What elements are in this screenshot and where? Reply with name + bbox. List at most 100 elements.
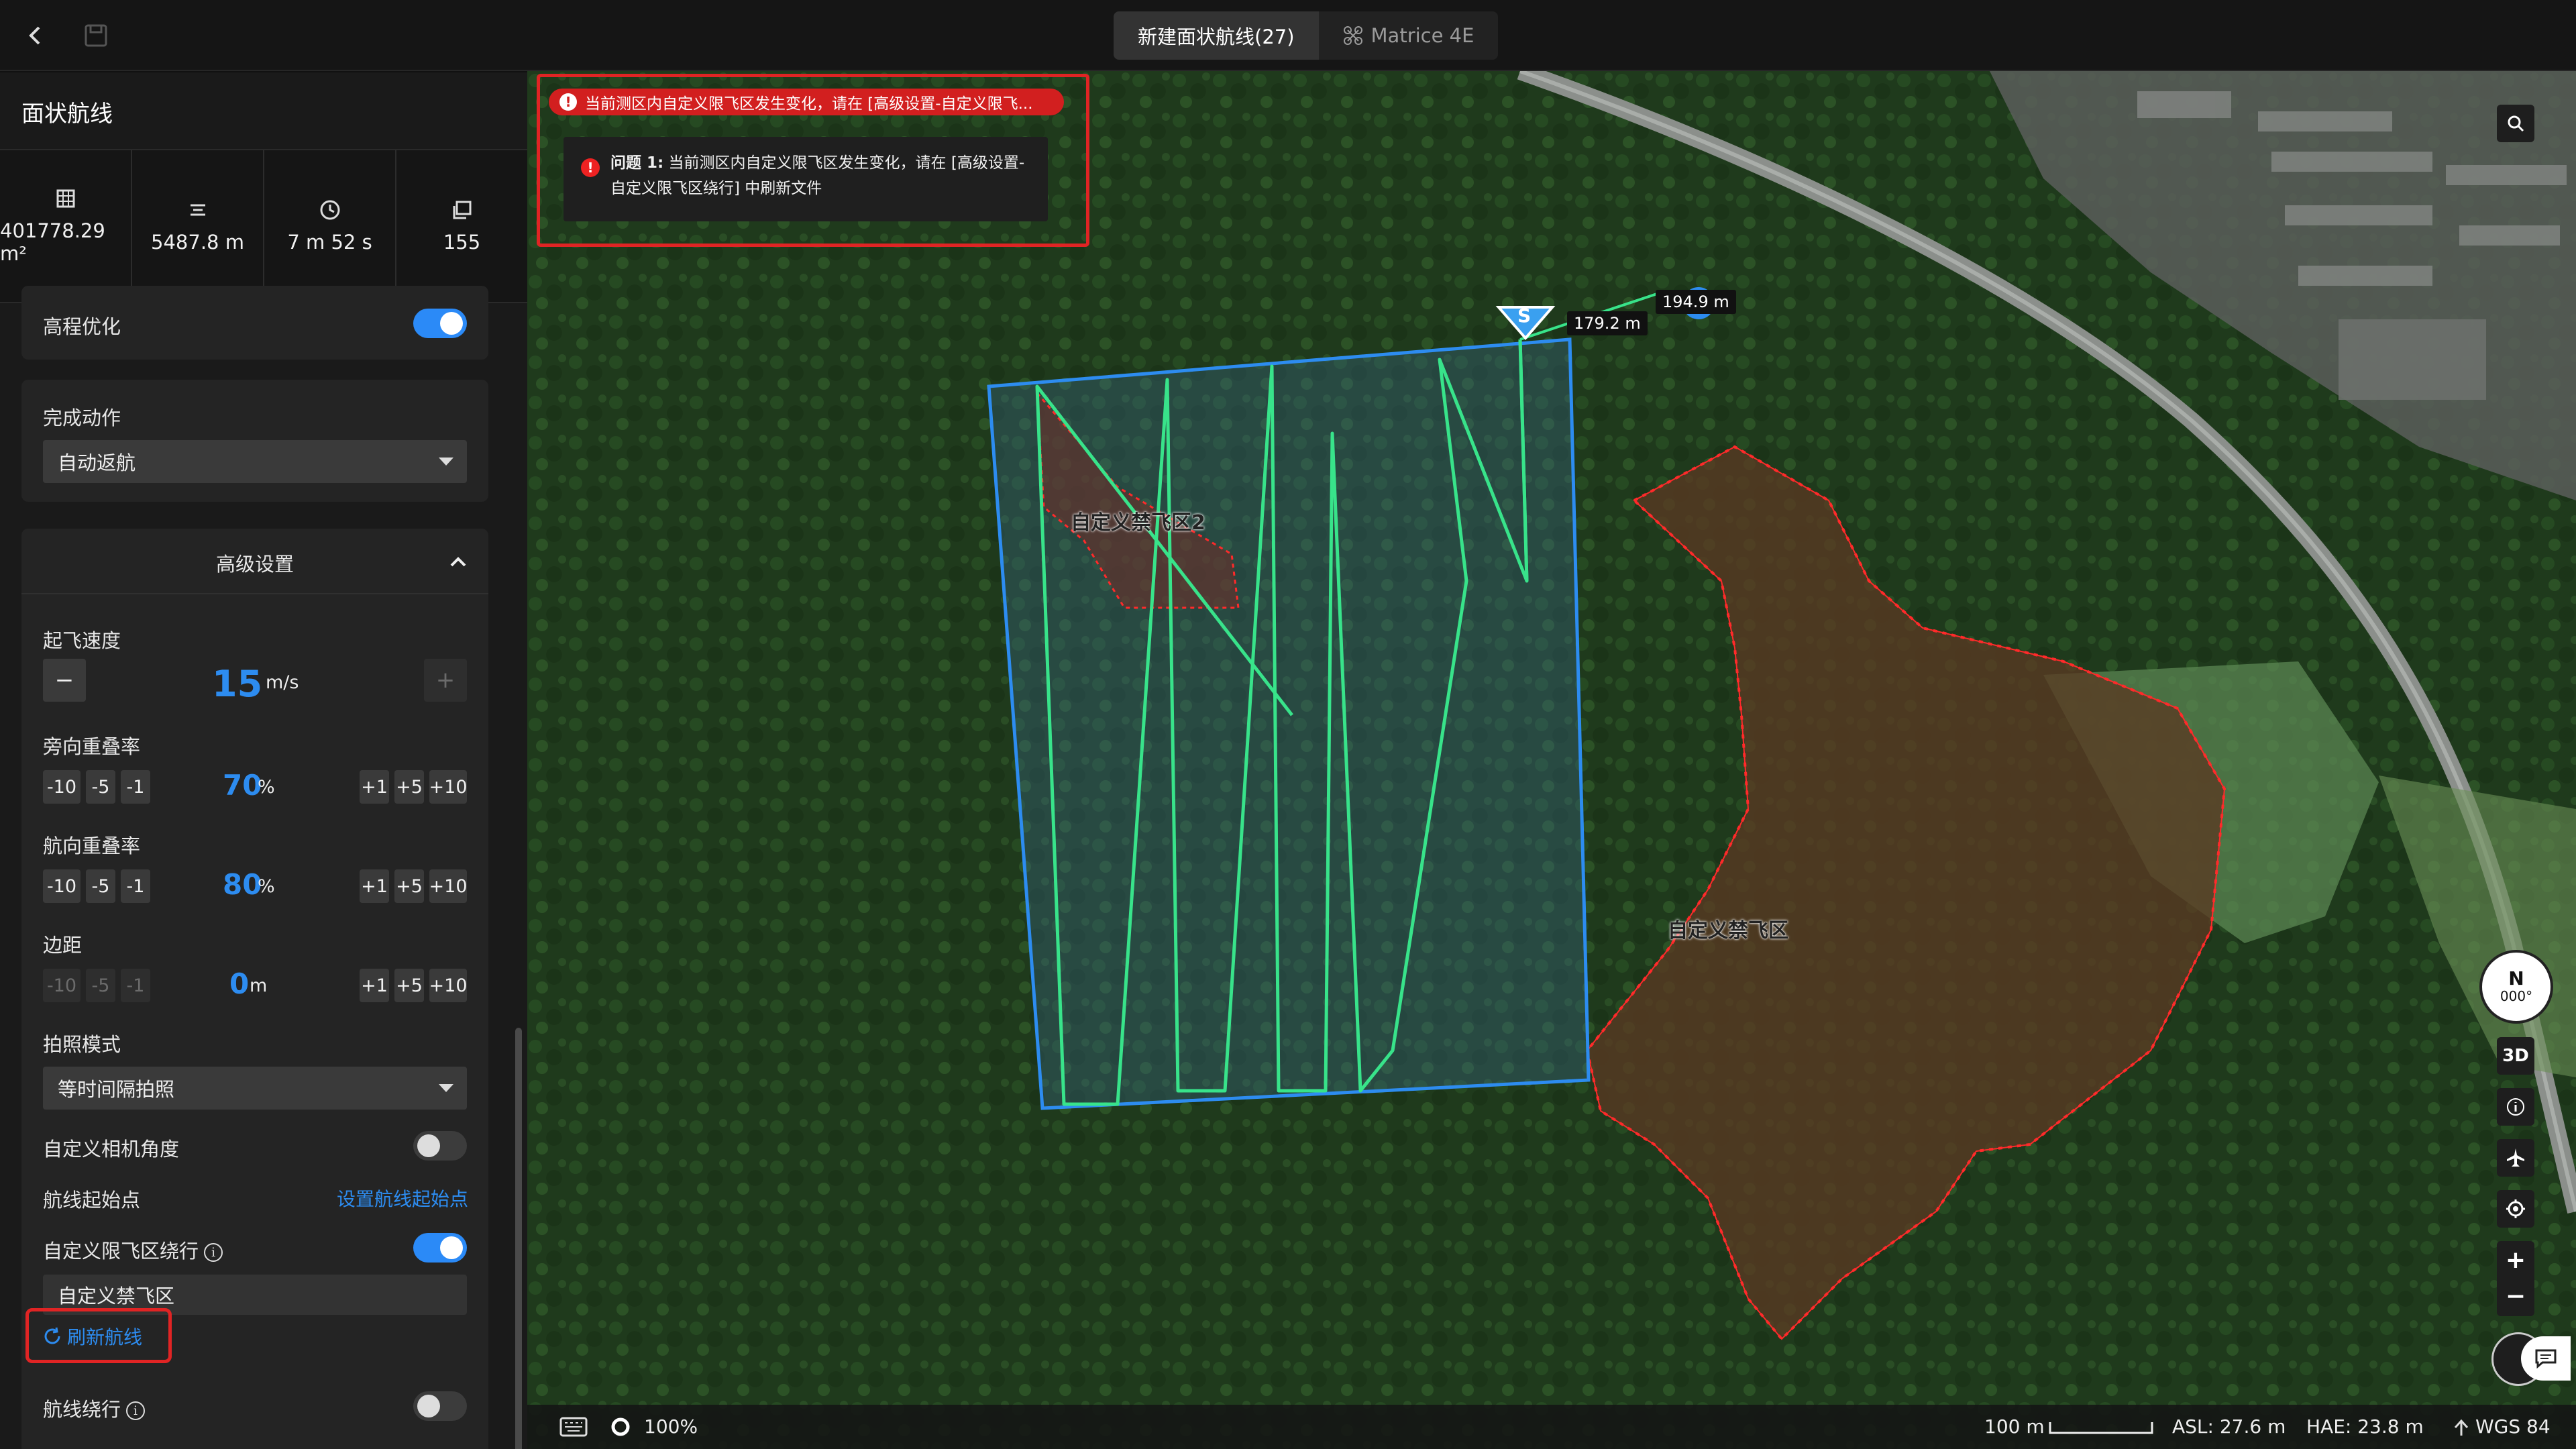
route-bypass-toggle[interactable]	[413, 1391, 467, 1421]
stat-distance-value: 5487.8 m	[151, 231, 244, 254]
finish-action-select[interactable]: 自动返航	[43, 440, 467, 483]
side-overlap-minus10[interactable]: -10	[43, 770, 80, 804]
finish-action-value: 自动返航	[58, 451, 136, 474]
advanced-settings-title: 高级设置	[215, 553, 294, 576]
side-overlap-label: 旁向重叠率	[43, 735, 141, 758]
start-marker[interactable]: S	[1517, 305, 1531, 327]
takeoff-speed-unit: m/s	[266, 672, 299, 693]
margin-label: 边距	[43, 934, 83, 957]
alert-summary-text: 当前测区内自定义限飞区发生变化，请在 [高级设置-自定义限飞...	[585, 95, 1033, 113]
map-search-button[interactable]	[2497, 105, 2534, 142]
map-view[interactable]: 自定义禁飞区2 自定义禁飞区 S 179.2 m 194.9 m N 000° …	[527, 71, 2576, 1449]
margin-minus5[interactable]: -5	[86, 969, 115, 1002]
side-overlap-minus5[interactable]: -5	[86, 770, 115, 804]
distance-label-2: 194.9 m	[1656, 290, 1736, 314]
custom-camera-angle-label: 自定义相机角度	[43, 1138, 180, 1161]
margin-minus1[interactable]: -1	[121, 969, 150, 1002]
locate-button[interactable]	[2497, 1190, 2534, 1228]
nfz-bypass-toggle[interactable]	[413, 1233, 467, 1263]
stat-duration-value: 7 m 52 s	[287, 231, 372, 254]
stat-photos-value: 155	[443, 231, 481, 254]
area-icon	[56, 189, 74, 208]
settings-sidebar: 面状航线 401778.29 m² 5487.8 m 7 m 52 s 155 …	[0, 72, 527, 1449]
stat-duration: 7 m 52 s	[264, 150, 396, 302]
front-overlap-minus5[interactable]: -5	[86, 869, 115, 903]
front-overlap-minus10[interactable]: -10	[43, 869, 80, 903]
zoom-out-button[interactable]: −	[2506, 1279, 2526, 1315]
tab-drone-label: Matrice 4E	[1371, 24, 1474, 47]
margin-minus10[interactable]: -10	[43, 969, 80, 1002]
margin-plus1[interactable]: +1	[360, 969, 389, 1002]
alert-summary[interactable]: ! 当前测区内自定义限飞区发生变化，请在 [高级设置-自定义限飞...	[549, 89, 1064, 115]
margin-plus5[interactable]: +5	[394, 969, 424, 1002]
tab-new-route-label: 新建面状航线(27)	[1138, 25, 1295, 48]
advanced-settings-header[interactable]: 高级设置	[21, 529, 488, 594]
set-route-start-link[interactable]: 设置航线起始点	[337, 1185, 468, 1212]
elevation-optimization-label: 高程优化	[43, 315, 121, 338]
save-button[interactable]	[80, 20, 111, 51]
dropdown-caret-icon	[439, 1084, 453, 1092]
front-overlap-plus1[interactable]: +1	[360, 869, 389, 903]
side-overlap-plus10[interactable]: +10	[429, 770, 468, 804]
alert-detail: ! 问题 1: 当前测区内自定义限飞区发生变化，请在 [高级设置- 自定义限飞区…	[564, 137, 1048, 221]
info-icon[interactable]: i	[204, 1243, 223, 1262]
compass[interactable]: N 000°	[2479, 950, 2553, 1024]
tab-new-route[interactable]: 新建面状航线(27)	[1114, 11, 1319, 60]
custom-camera-angle-toggle[interactable]	[413, 1131, 467, 1161]
photo-mode-value: 等时间隔拍照	[58, 1078, 175, 1101]
scale-label: 100 m	[1984, 1415, 2045, 1438]
stat-area: 401778.29 m²	[0, 150, 132, 302]
chat-button[interactable]	[2521, 1336, 2571, 1381]
route-start-label: 航线起始点	[43, 1189, 141, 1212]
nfz-zone-value: 自定义禁飞区	[58, 1285, 175, 1307]
front-overlap-plus5[interactable]: +5	[394, 869, 424, 903]
elevation-optimization-toggle[interactable]	[413, 309, 467, 338]
chat-icon	[2535, 1349, 2557, 1368]
drone-icon	[1343, 26, 1362, 45]
stat-photos: 155	[396, 150, 527, 302]
stat-area-value: 401778.29 m²	[0, 219, 105, 265]
refresh-route-label: 刷新航线	[67, 1326, 143, 1348]
side-overlap-minus1[interactable]: -1	[121, 770, 150, 804]
dropdown-caret-icon	[439, 458, 453, 466]
refresh-icon	[44, 1327, 60, 1344]
margin-plus10[interactable]: +10	[429, 969, 468, 1002]
error-icon: !	[581, 158, 600, 177]
side-overlap-plus1[interactable]: +1	[360, 770, 389, 804]
aircraft-button[interactable]	[2497, 1139, 2534, 1177]
takeoff-speed-label: 起飞速度	[43, 629, 121, 652]
status-bar: 100% 100 m ASL: 27.6 m HAE: 23.8 m WGS 8…	[527, 1405, 2576, 1449]
asl-readout: ASL: 27.6 m	[2172, 1415, 2286, 1438]
tab-drone[interactable]: Matrice 4E	[1318, 11, 1499, 60]
info-button[interactable]	[2497, 1088, 2534, 1126]
compass-dir: N	[2508, 967, 2524, 989]
coordinate-system-icon	[2454, 1419, 2469, 1436]
takeoff-speed-minus-button[interactable]: −	[43, 659, 86, 702]
clock-icon	[320, 200, 339, 220]
keyboard-icon[interactable]	[559, 1417, 588, 1437]
back-button[interactable]	[16, 16, 55, 55]
info-icon[interactable]: i	[126, 1401, 146, 1420]
3d-button[interactable]: 3D	[2497, 1037, 2534, 1075]
photo-mode-select[interactable]: 等时间隔拍照	[43, 1067, 467, 1110]
front-overlap-minus1[interactable]: -1	[121, 869, 150, 903]
zoom-in-button[interactable]: +	[2506, 1242, 2526, 1279]
sidebar-scrollbar[interactable]	[515, 1028, 522, 1449]
stat-distance: 5487.8 m	[132, 150, 264, 302]
refresh-route-link[interactable]: 刷新航线	[42, 1323, 142, 1350]
route-bypass-label-text: 航线绕行	[43, 1398, 121, 1421]
side-overlap-value: 70	[223, 769, 262, 802]
photo-mode-label: 拍照模式	[43, 1033, 121, 1056]
compass-deg: 000°	[2500, 988, 2533, 1004]
side-overlap-plus5[interactable]: +5	[394, 770, 424, 804]
route-tabs: 新建面状航线(27) Matrice 4E	[1114, 11, 1499, 60]
margin-value: 0	[229, 967, 250, 1000]
nfz-label-main: 自定义禁飞区	[1668, 919, 1788, 943]
crosshair-icon	[2506, 1199, 2525, 1218]
front-overlap-plus10[interactable]: +10	[429, 869, 468, 903]
nfz-bypass-label: 自定义限飞区绕行 i	[43, 1236, 223, 1264]
satellite-map	[527, 71, 2576, 1449]
front-overlap-label: 航向重叠率	[43, 835, 141, 857]
takeoff-speed-plus-button[interactable]: +	[424, 659, 467, 702]
chevron-up-icon	[450, 557, 466, 567]
